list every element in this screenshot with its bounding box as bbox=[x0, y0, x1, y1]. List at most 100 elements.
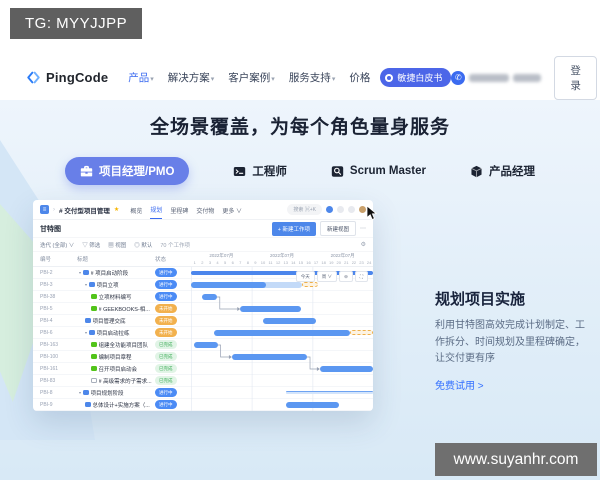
nav-item-服务支持[interactable]: 服务支持▾ bbox=[289, 70, 336, 85]
help-icon[interactable] bbox=[326, 206, 333, 213]
table-row[interactable]: PBI-6 ▾ 项目启动拉练 未开始 bbox=[33, 326, 373, 339]
work-item-type-icon bbox=[89, 329, 95, 336]
feature-block: 规划项目实施 利用甘特图高效完成计划制定、工作拆分、时间规划及里程碑确定，让交付… bbox=[435, 288, 593, 394]
status-badge[interactable]: 进行中 bbox=[155, 292, 177, 301]
avatar[interactable] bbox=[359, 206, 366, 213]
pingcode-logo[interactable]: PingCode bbox=[26, 70, 108, 85]
tg-overlay-banner: TG: MYYJJPP bbox=[10, 8, 143, 39]
gantt-control-周[interactable]: 周 ∨ bbox=[316, 271, 338, 282]
whitepaper-badge-icon bbox=[385, 73, 394, 82]
status-badge[interactable]: 进行中 bbox=[155, 400, 177, 409]
gantt-bar-progress[interactable] bbox=[191, 281, 267, 288]
gantt-bar[interactable] bbox=[319, 365, 373, 372]
status-badge[interactable]: 未开始 bbox=[155, 304, 177, 313]
app-tab-规划[interactable]: 规划 bbox=[150, 200, 163, 219]
table-row[interactable]: PBI-9 总体设计+实施方案（... 进行中 bbox=[33, 398, 373, 411]
app-tab-里程碑[interactable]: 里程碑 bbox=[170, 201, 188, 219]
table-row[interactable]: PBI-83 # 高级需求的子需求... 已完成 bbox=[33, 374, 373, 387]
gantt-control-今天[interactable]: 今天 bbox=[295, 271, 315, 282]
column-header-id[interactable]: 编号 bbox=[33, 252, 77, 266]
status-badge[interactable]: 未开始 bbox=[155, 328, 177, 337]
status-badge[interactable]: 进行中 bbox=[155, 388, 177, 397]
pingcode-logo-text: PingCode bbox=[46, 70, 109, 85]
site-url-banner: www.suyanhr.com bbox=[435, 443, 597, 476]
more-icon[interactable]: ⋯ bbox=[360, 225, 366, 232]
status-badge[interactable]: 未开始 bbox=[155, 316, 177, 325]
gantt-bar-overdue[interactable] bbox=[302, 281, 318, 287]
role-tab-Scrum Master[interactable]: Scrum Master bbox=[331, 165, 426, 178]
status-badge[interactable]: 进行中 bbox=[155, 268, 177, 277]
gantt-row bbox=[191, 302, 373, 315]
status-badge[interactable]: 已完成 bbox=[155, 352, 177, 361]
role-tab-产品经理[interactable]: 产品经理 bbox=[470, 163, 535, 179]
settings-icon[interactable] bbox=[337, 206, 344, 213]
project-icon[interactable]: ≡ bbox=[40, 205, 49, 214]
gantt-bar[interactable] bbox=[240, 305, 301, 312]
filter-item[interactable]: 迭代 (全部) ∨ bbox=[40, 241, 74, 249]
status-badge[interactable]: 已完成 bbox=[155, 340, 177, 349]
gantt-summary-progress[interactable] bbox=[285, 390, 373, 394]
row-id: PBI-5 bbox=[40, 305, 53, 312]
chevron-down-icon[interactable]: ▾ bbox=[79, 390, 81, 395]
nav-item-价格[interactable]: 价格 bbox=[349, 70, 370, 85]
login-button[interactable]: 登录 bbox=[554, 55, 597, 100]
chevron-down-icon: ▾ bbox=[271, 76, 275, 83]
row-title-cell: ▾ 项目规划阶段 bbox=[77, 389, 155, 397]
role-tab-工程师[interactable]: 工程师 bbox=[233, 163, 287, 179]
column-header-title[interactable]: 标题 bbox=[77, 252, 155, 266]
fullscreen-icon[interactable]: ⛶ bbox=[354, 271, 368, 282]
gantt-bar-overdue[interactable] bbox=[350, 329, 373, 335]
chevron-down-icon[interactable]: ▾ bbox=[79, 270, 81, 275]
free-trial-link[interactable]: 免费试用 > bbox=[435, 377, 484, 392]
project-title[interactable]: # 交付型项目管理 bbox=[59, 205, 110, 215]
gantt-bar[interactable] bbox=[213, 329, 351, 336]
gear-icon[interactable]: ⚙ bbox=[361, 241, 366, 248]
gantt-bar[interactable] bbox=[201, 293, 217, 300]
table-row[interactable]: PBI-5 # GEEKBOOKS-相... 未开始 bbox=[33, 302, 373, 315]
gantt-bar[interactable] bbox=[194, 341, 218, 348]
gantt-bar[interactable] bbox=[231, 353, 307, 360]
row-title-cell: 总体设计+实施方案（... bbox=[77, 401, 155, 409]
zoom-out-icon[interactable]: ⊖ bbox=[339, 271, 353, 282]
filter-item[interactable]: ▦ 视图 bbox=[108, 241, 126, 249]
filter-bar: 迭代 (全部) ∨ ▽ 筛选 ▦ 视图 ◎ 默认 70 个工作项 ⚙ bbox=[33, 238, 373, 252]
chevron-down-icon[interactable]: ▾ bbox=[85, 330, 87, 335]
app-tabs: 概览 规划 里程碑 交付物 更多 ∨ bbox=[130, 200, 242, 219]
search-input[interactable]: 搜索 ⌘+K bbox=[287, 204, 322, 215]
filter-item[interactable]: ◎ 默认 bbox=[134, 241, 152, 249]
row-title-cell: 项目管理交底 bbox=[77, 317, 155, 325]
nav-item-解决方案[interactable]: 解决方案▾ bbox=[168, 70, 215, 85]
role-tab-项目经理/PMO[interactable]: 项目经理/PMO bbox=[65, 157, 190, 185]
gantt-bar[interactable] bbox=[285, 401, 339, 408]
table-row[interactable]: PBI-100 编制项目章程 已完成 bbox=[33, 350, 373, 363]
table-row[interactable]: PBI-8 ▾ 项目规划阶段 进行中 bbox=[33, 386, 373, 399]
table-row[interactable]: PBI-161 召开项目启动会 已完成 bbox=[33, 362, 373, 375]
status-badge[interactable]: 已完成 bbox=[155, 364, 177, 373]
gantt-bar[interactable] bbox=[263, 317, 317, 324]
role-tab-label: 产品经理 bbox=[488, 166, 535, 178]
app-tab-交付物[interactable]: 交付物 bbox=[196, 201, 214, 219]
row-title: 总体设计+实施方案（... bbox=[92, 402, 150, 409]
table-row[interactable]: PBI-38 立项材料编写 进行中 bbox=[33, 290, 373, 303]
table-row[interactable]: PBI-4 项目管理交底 未开始 bbox=[33, 314, 373, 327]
chevron-down-icon[interactable]: ▾ bbox=[85, 282, 87, 287]
star-icon[interactable]: ★ bbox=[114, 206, 119, 213]
app-tab-概览[interactable]: 概览 bbox=[130, 201, 142, 219]
table-row[interactable]: PBI-163 组建全功能项目团队 已完成 bbox=[33, 338, 373, 351]
filter-item[interactable]: ▽ 筛选 bbox=[82, 241, 100, 249]
new-view-button[interactable]: 新建视图 bbox=[319, 221, 356, 236]
nav-item-客户案例[interactable]: 客户案例▾ bbox=[228, 70, 275, 85]
column-header-status[interactable]: 状态 bbox=[155, 252, 191, 266]
status-badge[interactable]: 已完成 bbox=[155, 376, 177, 385]
phone-icon: ✆ bbox=[451, 70, 466, 85]
nav-item-产品[interactable]: 产品▾ bbox=[128, 70, 154, 85]
bell-icon[interactable] bbox=[348, 206, 355, 213]
whitepaper-badge[interactable]: 敏捷白皮书 bbox=[380, 68, 452, 87]
new-work-item-button[interactable]: + 新建工作项 bbox=[271, 221, 316, 236]
status-badge[interactable]: 进行中 bbox=[155, 280, 177, 289]
row-status-cell: 已完成 bbox=[155, 364, 191, 373]
app-tab-更多[interactable]: 更多 ∨ bbox=[222, 201, 242, 219]
gantt-row bbox=[191, 290, 373, 303]
row-id: PBI-83 bbox=[40, 377, 56, 384]
gantt-row bbox=[191, 362, 373, 375]
